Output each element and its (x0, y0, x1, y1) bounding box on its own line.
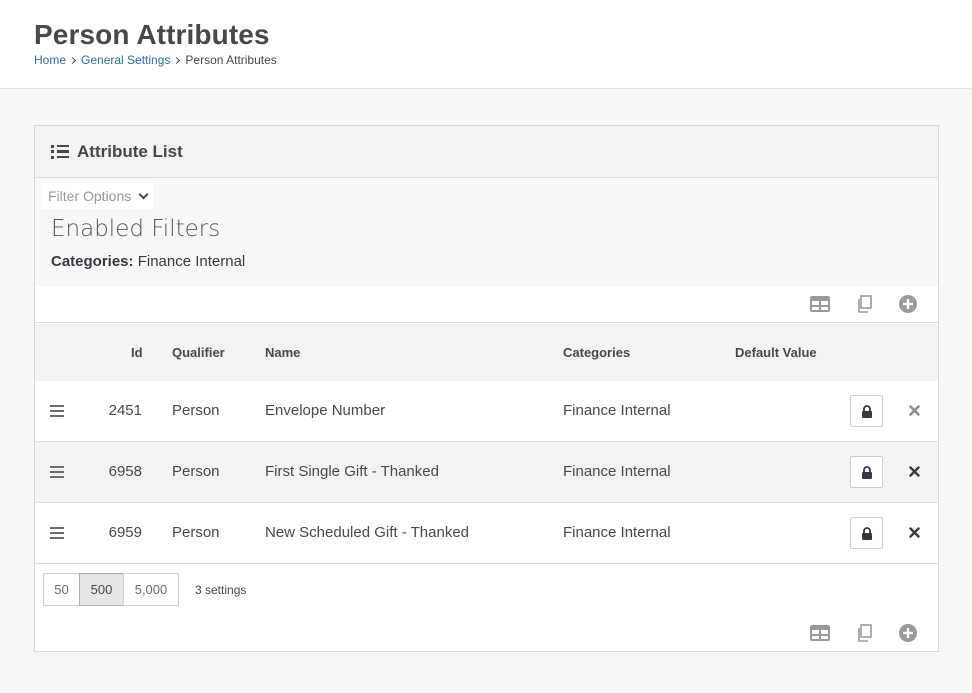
breadcrumb-current: Person Attributes (185, 53, 277, 67)
security-button[interactable] (850, 517, 883, 549)
filter-options-label: Filter Options (48, 188, 132, 204)
column-header-qualifier[interactable]: Qualifier (172, 345, 225, 360)
chevron-right-icon (68, 56, 77, 64)
column-header-id[interactable]: Id (131, 345, 143, 360)
excel-export-button[interactable] (798, 618, 842, 648)
add-button[interactable] (886, 289, 930, 319)
table-row[interactable]: 6959 Person New Scheduled Gift - Thanked Fi… (35, 503, 938, 564)
cell-qualifier: Person (172, 524, 220, 541)
cell-id: 2451 (108, 402, 142, 419)
security-button[interactable] (850, 456, 883, 488)
chevron-down-icon (138, 189, 149, 199)
page-size-5000[interactable]: 5,000 (123, 573, 179, 606)
delete-button[interactable] (903, 399, 925, 421)
table-row[interactable]: 6958 Person First Single Gift - Thanked Fin… (35, 442, 938, 503)
filter-value: Finance Internal (137, 253, 246, 270)
merge-template-button[interactable] (842, 289, 886, 319)
cell-qualifier: Person (172, 463, 220, 480)
page-header: Person Attributes Home General Settings … (0, 0, 972, 89)
merge-template-button[interactable] (842, 618, 886, 648)
cell-id: 6958 (108, 463, 142, 480)
excel-export-icon (810, 624, 830, 641)
filter-label: Categories: (51, 253, 134, 270)
column-header-categories[interactable]: Categories (563, 345, 630, 360)
table-header: Id Qualifier Name Categories Default Val… (35, 324, 938, 381)
cell-id: 6959 (108, 524, 142, 541)
column-header-default-value[interactable]: Default Value (735, 345, 817, 360)
breadcrumb-general-settings[interactable]: General Settings (81, 53, 170, 67)
enabled-filters-heading: Enabled Filters (51, 216, 221, 242)
cell-categories: Finance Internal (563, 402, 671, 419)
cell-qualifier: Person (172, 402, 220, 419)
cell-name: New Scheduled Gift - Thanked (265, 524, 470, 541)
close-icon (908, 526, 920, 538)
merge-template-icon (858, 623, 872, 642)
list-icon (51, 144, 69, 159)
drag-handle-icon[interactable] (50, 405, 64, 417)
close-icon (908, 465, 920, 477)
drag-handle-icon[interactable] (50, 466, 64, 478)
breadcrumb-home[interactable]: Home (34, 53, 66, 67)
lock-icon (861, 465, 872, 479)
filter-area: Filter Options Enabled Filters Categorie… (35, 178, 938, 286)
merge-template-icon (858, 295, 872, 313)
close-icon (908, 404, 920, 416)
add-icon (899, 623, 917, 642)
filter-options-toggle[interactable]: Filter Options (42, 183, 154, 209)
cell-name: First Single Gift - Thanked (265, 463, 439, 480)
cell-name: Envelope Number (265, 402, 386, 419)
excel-export-icon (810, 296, 830, 312)
add-icon (899, 295, 917, 313)
attribute-list-panel: Attribute List Filter Options Enabled Fi… (34, 125, 939, 652)
lock-icon (861, 526, 872, 540)
add-button[interactable] (886, 618, 930, 648)
chevron-right-icon (173, 56, 181, 64)
drag-handle-icon[interactable] (50, 527, 64, 539)
pager: 50 500 5,000 3 settings (43, 573, 246, 606)
cell-categories: Finance Internal (563, 463, 671, 480)
column-header-name[interactable]: Name (265, 345, 300, 360)
page-title: Person Attributes (34, 19, 270, 50)
delete-button[interactable] (903, 521, 925, 543)
excel-export-button[interactable] (798, 289, 842, 319)
breadcrumb: Home General Settings Person Attributes (34, 53, 277, 67)
security-button[interactable] (850, 395, 883, 427)
panel-heading: Attribute List (35, 126, 938, 178)
lock-icon (861, 404, 872, 418)
filter-summary: Categories: Finance Internal (51, 253, 245, 270)
grid-actions-bottom (35, 614, 938, 651)
cell-categories: Finance Internal (563, 524, 671, 541)
grid-actions-top (35, 286, 938, 323)
table-row[interactable]: 2451 Person Envelope Number Finance Interna… (35, 381, 938, 442)
item-count: 3 settings (195, 582, 247, 597)
panel-title: Attribute List (77, 141, 183, 161)
delete-button[interactable] (903, 460, 925, 482)
page-size-500[interactable]: 500 (79, 573, 124, 606)
page-size-50[interactable]: 50 (43, 573, 80, 606)
